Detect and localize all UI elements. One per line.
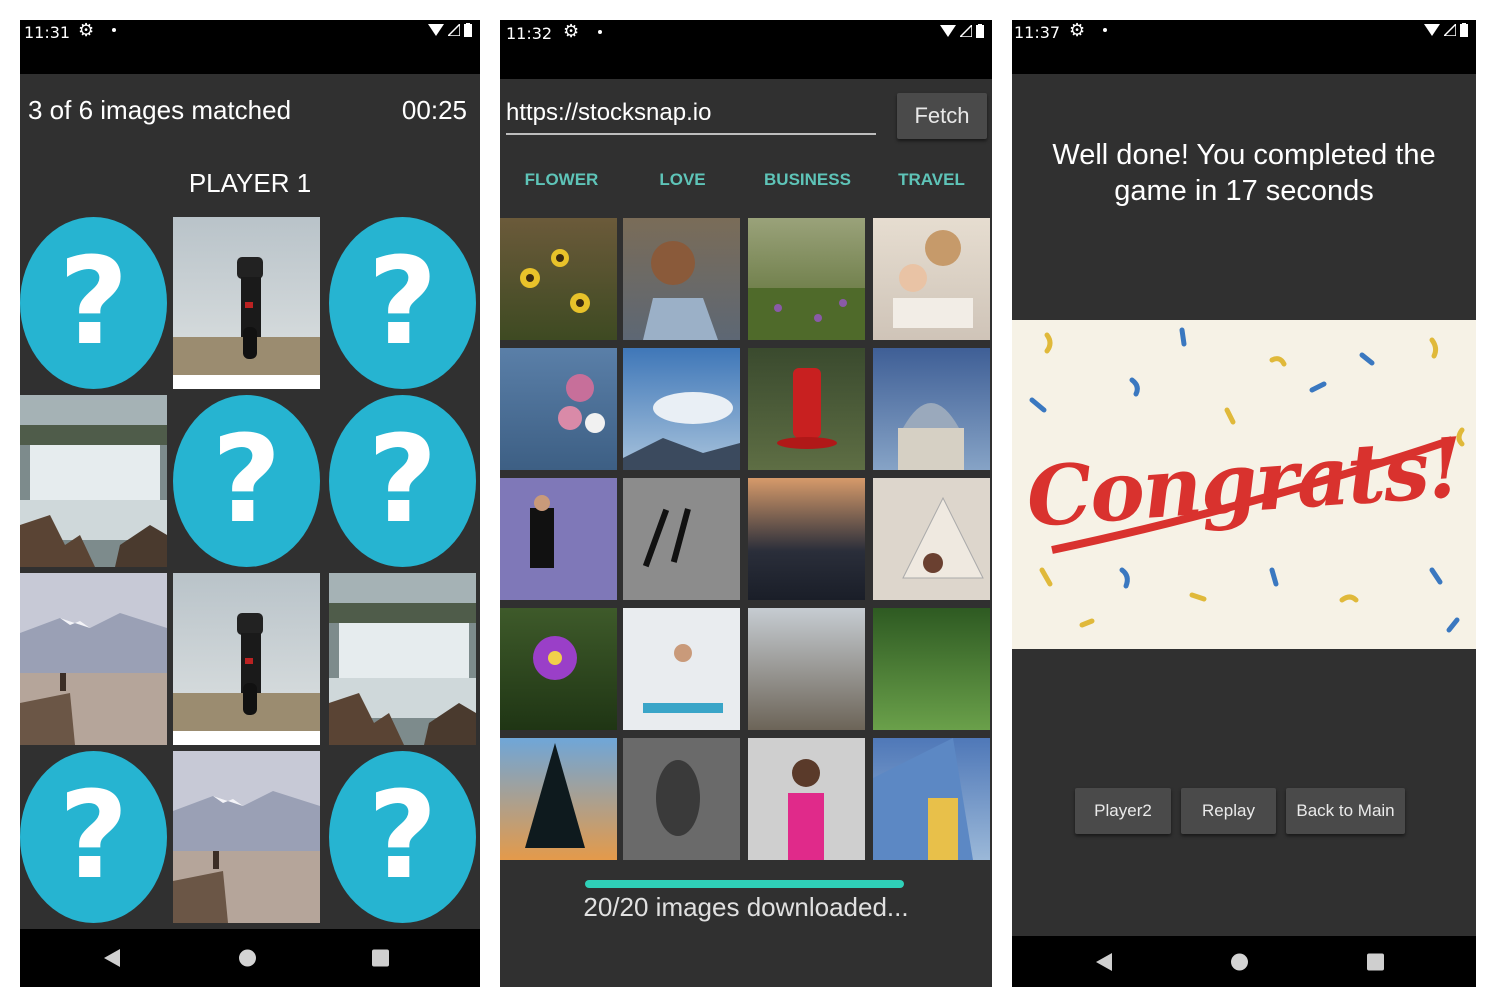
mountain-cliff-photo [20,573,167,745]
card-hidden[interactable]: ? [173,395,320,567]
notification-dot-icon [1103,28,1107,32]
waterfall-photo [329,573,476,745]
status-bar: 11:37 ⚙ [1012,20,1476,74]
signal-icon [1444,24,1456,36]
question-mark-icon: ? [329,751,476,923]
card-hidden[interactable]: ? [329,751,476,923]
woman-tiles-photo[interactable] [500,478,617,600]
mother-child-photo[interactable] [873,218,990,340]
question-mark-icon: ? [20,217,167,389]
lake-sunset-photo[interactable] [748,478,865,600]
meadow-photo[interactable] [748,218,865,340]
download-progress-bar [585,880,904,888]
card-hidden[interactable]: ? [20,217,167,389]
waterfall-photo [20,395,167,567]
url-input[interactable] [506,93,876,135]
card-waterfall[interactable] [20,395,167,567]
battery-icon [464,23,472,37]
sky-clouds-photo[interactable] [623,348,740,470]
woman-portrait-photo[interactable] [623,218,740,340]
congrats-image: Congrats! [1012,320,1476,649]
tab-flower[interactable]: FLOWER [500,170,623,190]
dome-building-photo[interactable] [873,348,990,470]
card-hidden[interactable]: ? [329,217,476,389]
status-icons [940,24,984,38]
sunflower-photo[interactable] [500,218,617,340]
signal-icon [448,24,460,36]
home-icon[interactable] [239,949,256,967]
kids-tent-photo[interactable] [873,478,990,600]
question-mark-icon: ? [173,395,320,567]
signal-icon [960,25,972,37]
tools-wood-photo[interactable] [623,478,740,600]
matched-count: 3 of 6 images matched [28,95,292,125]
game-screen: 11:31 ⚙ 3 of 6 images matched 00:25 PLAY… [20,20,480,987]
bird-feeder-photo[interactable] [748,348,865,470]
status-time: 11:32 [506,24,553,43]
status-bar: 11:31 ⚙ [20,20,480,74]
motorcycle-photo [173,217,320,389]
back-icon[interactable] [104,949,120,967]
settings-icon: ⚙ [1069,20,1086,40]
settings-icon: ⚙ [563,21,580,41]
yoga-photo[interactable] [623,608,740,730]
nav-bar [20,929,480,987]
fetch-screen: 11:32 ⚙ Fetch FLOWER LOVE BUSINESS TRAVE… [500,20,992,987]
completion-message: Well done! You completed the game in 17 … [1052,139,1436,207]
horse-photo[interactable] [623,738,740,860]
home-icon[interactable] [1231,953,1248,970]
tab-love[interactable]: LOVE [621,170,744,190]
back-icon[interactable] [1096,952,1112,971]
back-to-main-button[interactable]: Back to Main [1286,788,1405,834]
notification-dot-icon [112,28,116,32]
woman-pink-photo[interactable] [748,738,865,860]
question-mark-icon: ? [20,751,167,923]
status-bar: 11:32 ⚙ [500,20,992,79]
question-mark-icon: ? [329,217,476,389]
card-mountain[interactable] [20,573,167,745]
nav-bar [1012,936,1476,987]
player-label: PLAYER 1 [188,168,312,198]
replay-button[interactable]: Replay [1181,788,1276,834]
notification-dot-icon [598,30,602,34]
download-progress-text: 20/20 images downloaded... [583,892,909,922]
wifi-icon [428,24,444,36]
train-station-photo[interactable] [748,608,865,730]
question-mark-icon: ? [329,395,476,567]
battery-icon [1460,23,1468,37]
building-facade-photo[interactable] [873,738,990,860]
status-time: 11:37 [1014,23,1061,42]
settings-icon: ⚙ [78,20,95,40]
card-waterfall[interactable] [329,573,476,745]
denim-flowers-photo[interactable] [500,348,617,470]
status-icons [1424,23,1468,37]
status-icons [428,23,472,37]
status-time: 11:31 [24,23,71,42]
recents-icon[interactable] [1367,953,1384,970]
player2-button[interactable]: Player2 [1075,788,1171,834]
motorcycle-photo [173,573,320,745]
category-tabs: FLOWER LOVE BUSINESS TRAVEL [500,170,992,200]
game-timer: 00:25 [401,95,467,125]
card-motorcycle[interactable] [173,573,320,745]
card-hidden[interactable]: ? [329,395,476,567]
pine-tree-photo[interactable] [500,738,617,860]
card-mountain[interactable] [173,751,320,923]
recents-icon[interactable] [372,949,389,967]
fetch-button[interactable]: Fetch [897,93,987,139]
battery-icon [976,24,984,38]
card-hidden[interactable]: ? [20,751,167,923]
congrats-screen: 11:37 ⚙ Well done! You completed the gam… [1012,20,1476,987]
leaves-photo[interactable] [873,608,990,730]
tab-travel[interactable]: TRAVEL [870,170,992,190]
tab-business[interactable]: BUSINESS [746,170,869,190]
card-motorcycle[interactable] [173,217,320,389]
purple-flower-photo[interactable] [500,608,617,730]
mountain-cliff-photo [173,751,320,923]
wifi-icon [1424,24,1440,36]
wifi-icon [940,25,956,37]
